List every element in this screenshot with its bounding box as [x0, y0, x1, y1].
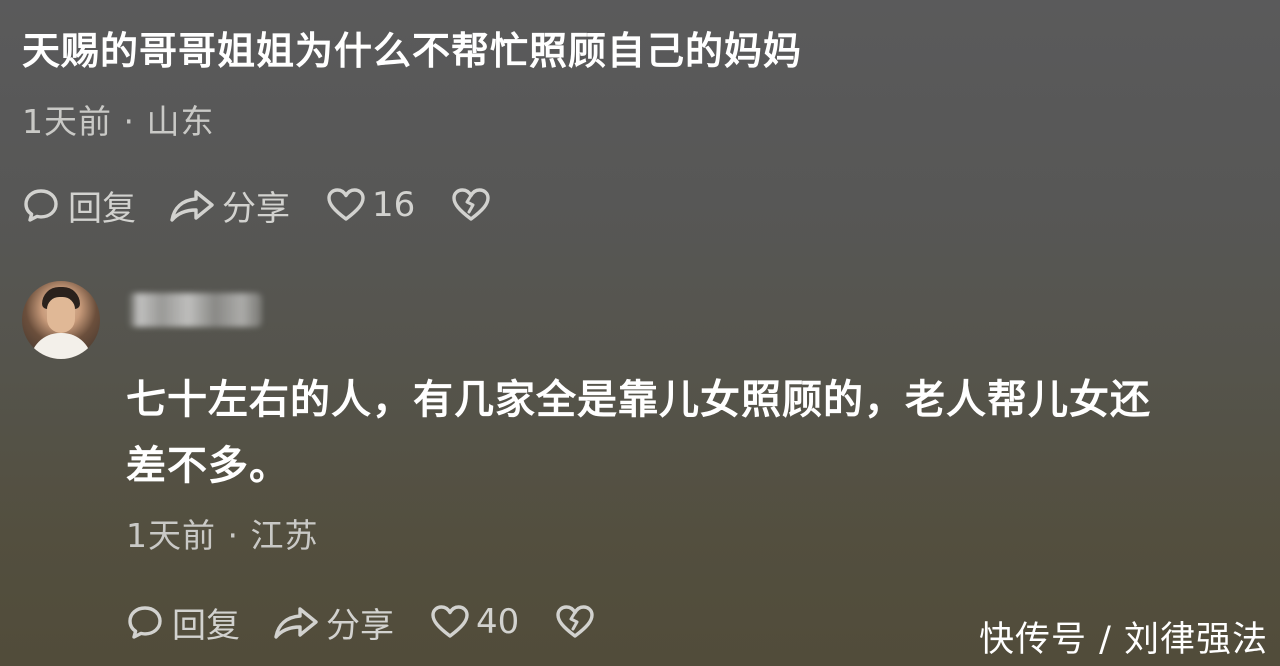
broken-heart-icon [451, 186, 491, 224]
heart-outline-icon [326, 186, 366, 224]
avatar-shirt [30, 333, 92, 359]
share-arrow-icon [168, 186, 216, 224]
user-avatar[interactable] [22, 281, 100, 359]
heart-outline-icon [430, 603, 470, 641]
comment-1-reply-button[interactable]: 回复 [22, 181, 136, 230]
avatar-face [47, 297, 75, 333]
chat-bubble-icon [126, 603, 164, 641]
comment-1-text: 天赐的哥哥姐姐为什么不帮忙照顾自己的妈妈 [22, 29, 803, 73]
comment-2-reply-label: 回复 [172, 605, 240, 646]
watermark: 快传号 / 刘律强法 [978, 620, 1268, 660]
username-blurred[interactable] [128, 293, 262, 327]
comment-2-text-line-2: 差不多。 [126, 443, 290, 489]
comment-2-dislike-button[interactable] [555, 603, 595, 641]
comment-2-reply-button[interactable]: 回复 [126, 598, 240, 647]
comment-1-like-count: 16 [372, 185, 416, 225]
share-arrow-icon [272, 603, 320, 641]
comment-1-share-label: 分享 [222, 188, 290, 229]
comment-1-like-button[interactable]: 16 [326, 185, 415, 225]
chat-bubble-icon [22, 186, 60, 224]
comment-2-share-label: 分享 [326, 605, 394, 646]
broken-heart-icon [555, 603, 595, 641]
comment-1-reply-label: 回复 [68, 188, 136, 229]
comment-1-dislike-button[interactable] [451, 186, 491, 224]
comment-1-actions: 回复 分享 16 [22, 181, 491, 230]
comment-2-share-button[interactable]: 分享 [272, 598, 394, 647]
comment-2-actions: 回复 分享 40 [126, 598, 595, 647]
comment-2-meta: 1天前 · 江苏 [126, 516, 319, 555]
comment-1-meta: 1天前 · 山东 [22, 102, 215, 141]
comment-2-like-button[interactable]: 40 [430, 602, 519, 642]
comment-1-share-button[interactable]: 分享 [168, 181, 290, 230]
comment-2-like-count: 40 [476, 602, 520, 642]
comment-2-text-line-1: 七十左右的人，有几家全是靠儿女照顾的，老人帮儿女还 [126, 377, 1151, 423]
